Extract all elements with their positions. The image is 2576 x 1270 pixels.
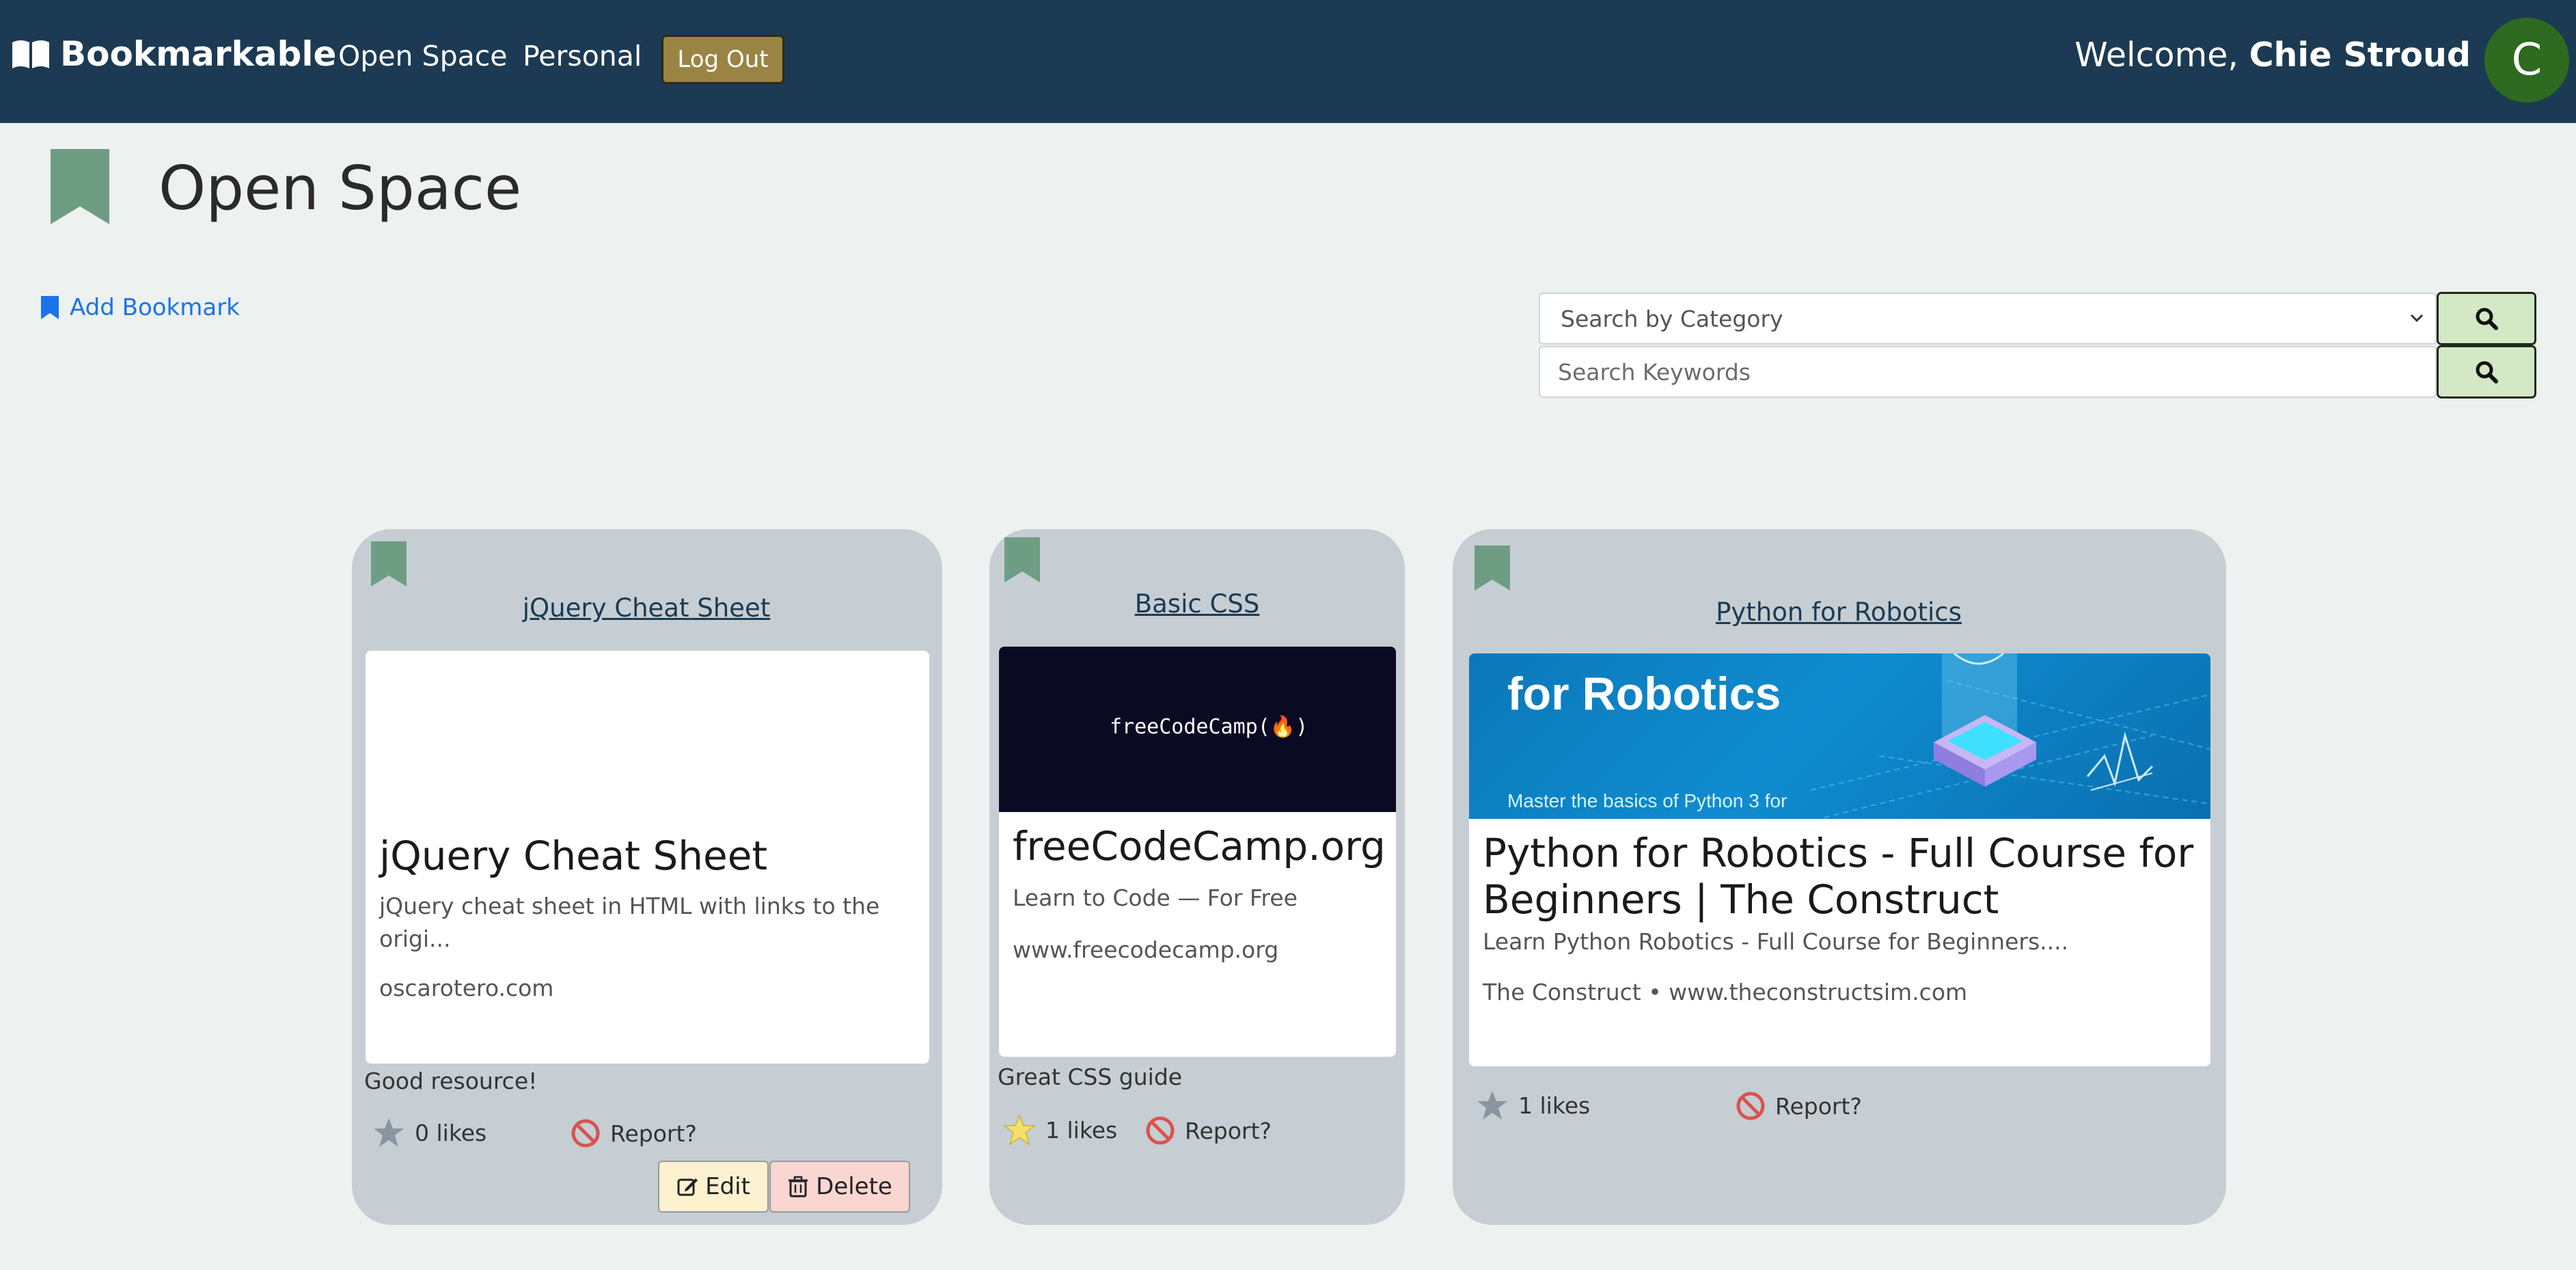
bookmark-icon [371, 541, 407, 586]
open-book-icon [12, 40, 49, 68]
keyword-search-button[interactable] [2437, 345, 2536, 398]
bookmark-comment: Great CSS guide [998, 1064, 1183, 1090]
welcome-prefix: Welcome, [2074, 36, 2238, 75]
report-button[interactable]: Report? [1736, 1091, 1862, 1121]
star-icon [374, 1118, 404, 1147]
report-button[interactable]: Report? [571, 1118, 697, 1148]
navbar: Bookmarkable Open Space Personal Log Out… [0, 0, 2576, 123]
nav-link-personal[interactable]: Personal [523, 40, 642, 72]
prohibited-icon [1736, 1092, 1765, 1120]
chevron-down-icon [2410, 314, 2424, 323]
prohibited-icon [571, 1119, 600, 1148]
link-preview[interactable]: freeCodeCamp(🔥) freeCodeCamp.org Learn t… [999, 647, 1396, 1057]
avatar[interactable]: C [2484, 18, 2569, 103]
like-button[interactable]: 1 likes [1476, 1090, 1590, 1121]
delete-label: Delete [816, 1173, 892, 1200]
bookmark-icon [41, 296, 59, 319]
edit-label: Edit [705, 1173, 750, 1200]
brand[interactable]: Bookmarkable [11, 34, 336, 74]
bookmark-icon [51, 149, 109, 224]
bookmark-card: Basic CSS freeCodeCamp(🔥) freeCodeCamp.o… [989, 529, 1405, 1225]
report-label: Report? [1775, 1092, 1862, 1120]
bookmark-title-link[interactable]: jQuery Cheat Sheet [523, 593, 770, 623]
preview-site: The Construct • www.theconstructsim.com [1483, 979, 1968, 1005]
report-label: Report? [610, 1120, 697, 1147]
bookmark-icon [1475, 545, 1510, 591]
category-select[interactable]: Search by Category [1539, 293, 2437, 344]
like-button[interactable]: 1 likes [1003, 1114, 1117, 1146]
preview-image: freeCodeCamp(🔥) [999, 647, 1396, 812]
preview-description: Learn to Code — For Free [1013, 884, 1298, 911]
preview-description: Learn Python Robotics - Full Course for … [1483, 928, 2069, 955]
bookmark-icon [1004, 537, 1040, 582]
category-select-value: Search by Category [1561, 305, 1783, 332]
likes-count: 0 likes [415, 1119, 487, 1146]
preview-image-title: for Robotics [1507, 668, 1781, 720]
bookmark-title-link[interactable]: Python for Robotics [1716, 597, 1962, 627]
preview-image-text: freeCodeCamp(🔥) [1110, 715, 1308, 739]
search-icon [2476, 361, 2498, 383]
link-preview[interactable]: jQuery Cheat Sheet jQuery cheat sheet in… [366, 651, 929, 1064]
brand-name: Bookmarkable [60, 34, 337, 74]
nav-link-open-space[interactable]: Open Space [338, 40, 507, 72]
preview-image: for Robotics Master the basics of Python… [1469, 653, 2210, 819]
link-preview[interactable]: for Robotics Master the basics of Python… [1469, 653, 2210, 1066]
user-name: Chie Stroud [2249, 36, 2471, 75]
preview-title: jQuery Cheat Sheet [379, 833, 768, 879]
category-search-button[interactable] [2437, 292, 2536, 345]
report-button[interactable]: Report? [1145, 1116, 1272, 1146]
star-icon [1003, 1114, 1036, 1146]
preview-site: oscarotero.com [379, 975, 554, 1001]
bookmark-comment: Good resource! [364, 1068, 538, 1094]
preview-title: Python for Robotics - Full Course for Be… [1483, 830, 2194, 923]
bookmark-card: Python for Robotics for Robotics Master … [1453, 529, 2226, 1225]
delete-button[interactable]: Delete [769, 1161, 910, 1213]
page-title: Open Space [159, 153, 522, 224]
bookmark-title-link[interactable]: Basic CSS [1135, 589, 1260, 619]
preview-image-subtitle: Master the basics of Python 3 for [1507, 790, 1787, 811]
edit-icon [677, 1178, 698, 1196]
like-button[interactable]: 0 likes [372, 1117, 487, 1148]
prohibited-icon [1146, 1116, 1175, 1145]
bookmark-card: jQuery Cheat Sheet jQuery Cheat Sheet jQ… [352, 529, 942, 1225]
preview-description: jQuery cheat sheet in HTML with links to… [379, 893, 880, 952]
search-icon [2476, 308, 2498, 330]
likes-count: 1 likes [1518, 1092, 1591, 1119]
likes-count: 1 likes [1045, 1116, 1118, 1144]
add-bookmark-link[interactable]: Add Bookmark [41, 294, 240, 321]
add-bookmark-label: Add Bookmark [70, 294, 240, 321]
report-label: Report? [1185, 1117, 1272, 1144]
preview-site: www.freecodecamp.org [1013, 936, 1279, 963]
star-icon [1477, 1091, 1507, 1120]
preview-title: freeCodeCamp.org [1013, 823, 1386, 869]
trash-icon [789, 1176, 808, 1198]
logout-button[interactable]: Log Out [661, 35, 784, 84]
edit-button[interactable]: Edit [658, 1161, 769, 1213]
keyword-search-input[interactable] [1539, 346, 2437, 398]
welcome-message: Welcome, Chie Stroud [2074, 36, 2471, 75]
